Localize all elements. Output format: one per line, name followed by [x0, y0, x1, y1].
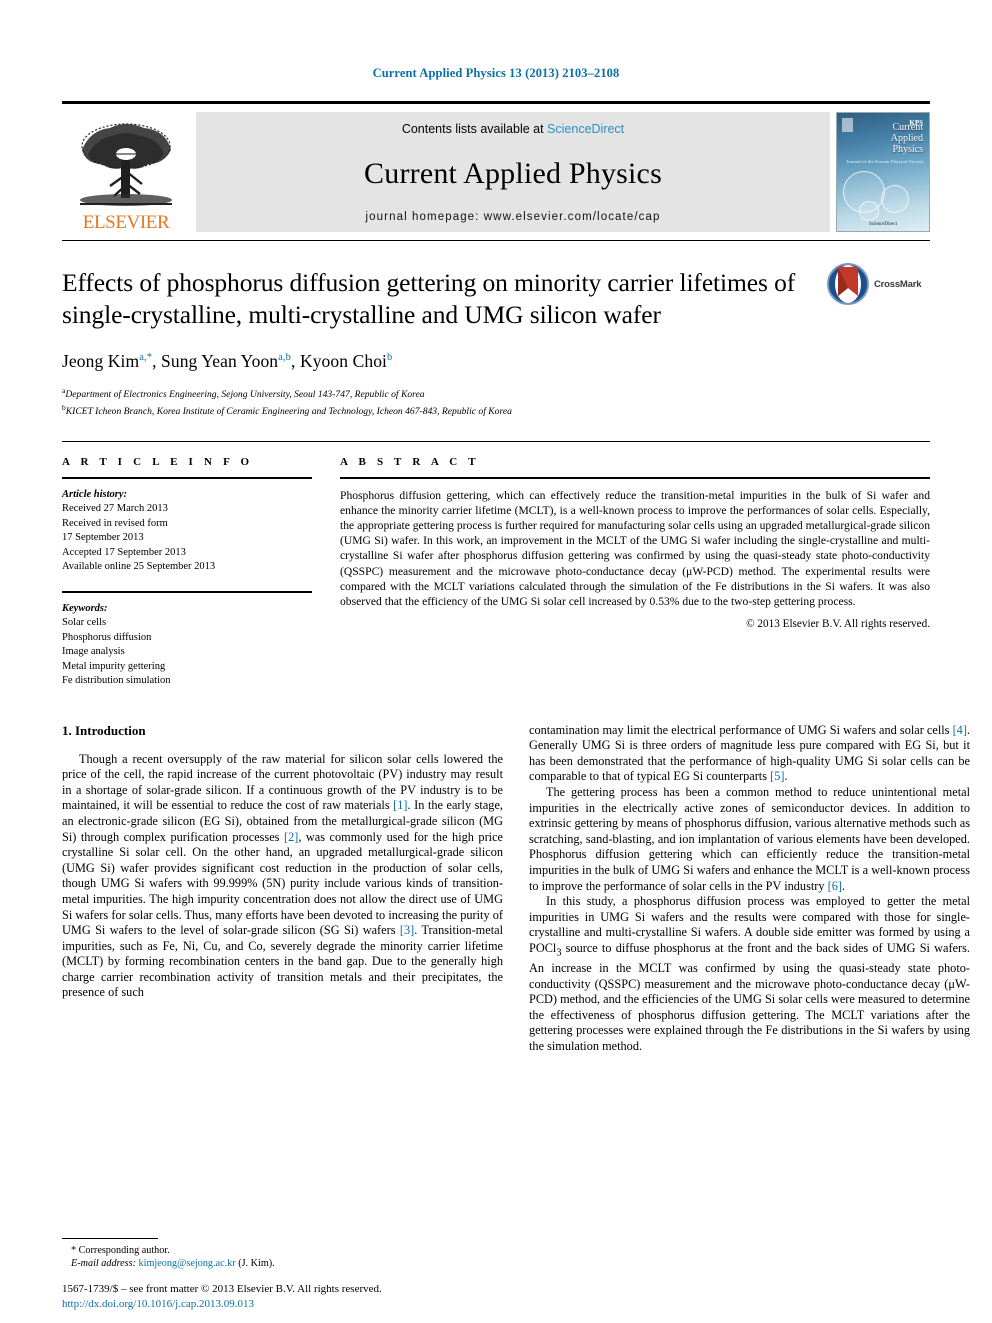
contents-available-line: Contents lists available at ScienceDirec… — [402, 122, 624, 136]
elsevier-logo: ELSEVIER — [62, 112, 190, 232]
issn-line: 1567-1739/$ – see front matter © 2013 El… — [62, 1283, 382, 1295]
citation-ref[interactable]: [1] — [393, 798, 407, 812]
journal-masthead: ELSEVIER Contents lists available at Sci… — [62, 101, 930, 232]
citation-ref[interactable]: [2] — [284, 830, 298, 844]
affiliation-text-1: KICET Icheon Branch, Korea Institute of … — [65, 405, 512, 417]
keywords-label: Keywords: — [62, 602, 108, 614]
email-link[interactable]: kimjeong@sejong.ac.kr — [139, 1258, 236, 1269]
cover-circle-medium — [881, 185, 909, 213]
crossmark-badge[interactable]: CrossMark — [826, 261, 930, 307]
body-columns: 1. Introduction Though a recent oversupp… — [62, 723, 970, 1055]
cover-subtitle: Journal of the Korean Physical Society — [846, 159, 924, 164]
history-item-3: Accepted 17 September 2013 — [62, 546, 186, 558]
article-info-rule — [62, 476, 312, 479]
abstract-copyright: © 2013 Elsevier B.V. All rights reserved… — [746, 618, 930, 631]
body-column-left: 1. Introduction Though a recent oversupp… — [62, 723, 503, 1055]
abstract-rule — [340, 476, 930, 479]
journal-homepage-link[interactable]: journal homepage: www.elsevier.com/locat… — [366, 211, 661, 223]
abstract-text: Phosphorus diffusion gettering, which ca… — [340, 488, 930, 608]
corresponding-mark: * — [71, 1244, 77, 1256]
section-heading-introduction: 1. Introduction — [62, 722, 146, 738]
keyword-4: Fe distribution simulation — [62, 675, 171, 687]
cover-journal-title: Current Applied Physics — [891, 122, 923, 155]
article-info-heading: A R T I C L E I N F O — [62, 455, 254, 468]
paragraph-right-0: contamination may limit the electrical p… — [529, 722, 970, 784]
running-head: Current Applied Physics 13 (2013) 2103–2… — [372, 66, 620, 80]
doi-link[interactable]: http://dx.doi.org/10.1016/j.cap.2013.09.… — [62, 1297, 622, 1312]
citation-ref[interactable]: [5] — [770, 769, 784, 783]
article-info-column: A R T I C L E I N F O Article history: R… — [62, 456, 312, 689]
masthead-bottom-rule — [62, 240, 930, 241]
affiliation-1: bKICET Icheon Branch, Korea Institute of… — [62, 402, 930, 419]
author-marks-1: a,b — [278, 352, 292, 364]
author-marks-0: a,* — [139, 352, 153, 364]
footnote-rule — [62, 1237, 158, 1239]
affiliation-0: aDepartment of Electronics Engineering, … — [62, 385, 930, 402]
citation-ref[interactable]: [3] — [400, 923, 414, 937]
author-name-2: Kyoon Choi — [299, 351, 388, 371]
article-history-label: Article history: — [62, 488, 128, 500]
abstract-heading: A B S T R A C T — [340, 455, 480, 468]
email-owner: (J. Kim). — [238, 1258, 275, 1270]
keyword-2: Image analysis — [62, 646, 125, 658]
info-abstract-section: A R T I C L E I N F O Article history: R… — [62, 440, 930, 689]
masthead-center: Contents lists available at ScienceDirec… — [196, 112, 830, 232]
affiliation-text-0: Department of Electronics Engineering, S… — [65, 389, 425, 401]
citation-ref[interactable]: [6] — [828, 879, 842, 893]
history-item-4: Available online 25 September 2013 — [62, 561, 216, 573]
paper-page: Current Applied Physics 13 (2013) 2103–2… — [0, 0, 992, 1323]
elsevier-wordmark: ELSEVIER — [82, 212, 170, 233]
cover-footer-text: ScienceDirect — [868, 222, 898, 227]
email-label: E-mail address: — [71, 1258, 136, 1270]
keyword-3: Metal impurity gettering — [62, 660, 166, 672]
paragraph-left-0: Though a recent oversupply of the raw ma… — [62, 751, 503, 1000]
citation-ref[interactable]: [4] — [953, 723, 967, 737]
title-block: Effects of phosphorus diffusion getterin… — [62, 263, 930, 419]
cover-title-line2: Applied — [890, 133, 923, 144]
author-marks-2: b — [387, 352, 393, 364]
corresponding-label: Corresponding author. — [78, 1244, 170, 1256]
crossmark-icon — [827, 263, 869, 305]
cover-circle-small — [859, 201, 879, 221]
affiliation-list: aDepartment of Electronics Engineering, … — [62, 385, 930, 419]
author-name-1: Sung Yean Yoon — [161, 351, 279, 371]
crossmark-label: CrossMark — [874, 278, 922, 290]
keyword-0: Solar cells — [62, 617, 107, 629]
history-item-2: 17 September 2013 — [62, 532, 144, 544]
corresponding-author-line: * Corresponding author. — [62, 1244, 503, 1258]
issn-doi-block: 1567-1739/$ – see front matter © 2013 El… — [62, 1282, 622, 1311]
body-column-right: contamination may limit the electrical p… — [529, 723, 970, 1055]
cover-society-badge — [842, 118, 853, 132]
journal-title: Current Applied Physics — [364, 156, 662, 190]
elsevier-tree-icon — [80, 123, 172, 206]
paragraph-right-2: In this study, a phosphorus diffusion pr… — [529, 894, 970, 1053]
author-name-0: Jeong Kim — [62, 351, 140, 371]
abstract-column: A B S T R A C T Phosphorus diffusion get… — [340, 456, 930, 689]
keywords-rule — [62, 590, 312, 593]
paragraph-right-1: The gettering process has been a common … — [529, 784, 970, 893]
sciencedirect-link[interactable]: ScienceDirect — [547, 122, 624, 136]
journal-cover-thumbnail: KPS Current Applied Physics Journal of t… — [836, 112, 930, 232]
contents-prefix: Contents lists available at — [401, 122, 548, 136]
history-item-0: Received 27 March 2013 — [62, 503, 168, 515]
keyword-1: Phosphorus diffusion — [62, 631, 152, 643]
cover-title-line1: Current — [892, 122, 923, 133]
footnote-block: * Corresponding author. E-mail address: … — [62, 1237, 503, 1271]
email-line: E-mail address: kimjeong@sejong.ac.kr (J… — [62, 1257, 503, 1271]
history-item-1: Received in revised form — [62, 517, 168, 529]
page-title: Effects of phosphorus diffusion getterin… — [62, 268, 796, 329]
cover-title-line3: Physics — [892, 144, 923, 155]
author-list: Jeong Kima,*, Sung Yean Yoona,b, Kyoon C… — [62, 351, 393, 371]
